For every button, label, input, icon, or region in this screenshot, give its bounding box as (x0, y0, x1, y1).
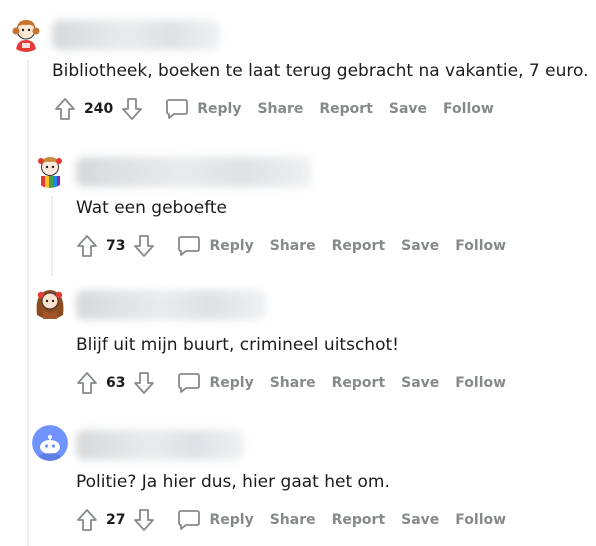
downvote-arrow-icon[interactable] (131, 507, 157, 533)
username-redacted (52, 20, 220, 50)
user-avatar[interactable] (32, 152, 68, 188)
vote-score: 73 (106, 238, 126, 254)
share-button[interactable]: Share (257, 101, 303, 117)
report-button[interactable]: Report (332, 375, 386, 391)
upvote-arrow-icon[interactable] (74, 233, 100, 259)
comment-body: Wat een geboefte (76, 198, 228, 218)
share-button[interactable]: Share (270, 238, 316, 254)
vote-score: 27 (106, 512, 126, 528)
reply-label: Reply (209, 375, 254, 391)
reply-label: Reply (209, 512, 254, 528)
comment-actions: 63 Reply Share Report Save Follow (74, 368, 522, 398)
reply-button[interactable]: Reply (165, 98, 257, 120)
thread-line-root[interactable] (27, 60, 29, 546)
vote-score: 63 (106, 375, 126, 391)
username-redacted (76, 290, 266, 320)
comment-actions: 240 Reply Share Report Save Follow (52, 94, 510, 124)
save-button[interactable]: Save (401, 512, 439, 528)
downvote-arrow-icon[interactable] (131, 233, 157, 259)
user-avatar[interactable] (32, 425, 68, 461)
comment-actions: 73 Reply Share Report Save Follow (74, 231, 522, 261)
reply-label: Reply (209, 238, 254, 254)
downvote-arrow-icon[interactable] (131, 370, 157, 396)
upvote-arrow-icon[interactable] (74, 370, 100, 396)
downvote-arrow-icon[interactable] (119, 96, 145, 122)
comment-body: Bibliotheek, boeken te laat terug gebrac… (52, 61, 589, 81)
report-button[interactable]: Report (319, 101, 373, 117)
save-button[interactable]: Save (389, 101, 427, 117)
report-button[interactable]: Report (332, 512, 386, 528)
upvote-arrow-icon[interactable] (74, 507, 100, 533)
username-redacted (76, 157, 312, 187)
speech-bubble-icon (178, 236, 201, 256)
follow-button[interactable]: Follow (443, 101, 494, 117)
comment-actions: 27 Reply Share Report Save Follow (74, 505, 522, 535)
speech-bubble-icon (178, 510, 201, 530)
reply-button[interactable]: Reply (177, 509, 269, 531)
speech-bubble-icon (178, 373, 201, 393)
thread-line-reply-1[interactable] (51, 196, 53, 276)
save-button[interactable]: Save (401, 238, 439, 254)
upvote-arrow-icon[interactable] (52, 96, 78, 122)
share-button[interactable]: Share (270, 375, 316, 391)
user-avatar[interactable] (32, 285, 68, 321)
reply-button[interactable]: Reply (177, 372, 269, 394)
vote-score: 240 (84, 101, 114, 117)
share-button[interactable]: Share (270, 512, 316, 528)
speech-bubble-icon (166, 99, 189, 119)
follow-button[interactable]: Follow (455, 375, 506, 391)
comment-body: Politie? Ja hier dus, hier gaat het om. (76, 472, 390, 492)
reply-label: Reply (197, 101, 242, 117)
reply-button[interactable]: Reply (177, 235, 269, 257)
follow-button[interactable]: Follow (455, 512, 506, 528)
comment-body: Blijf uit mijn buurt, crimineel uitschot… (76, 335, 399, 355)
username-redacted (76, 430, 244, 460)
save-button[interactable]: Save (401, 375, 439, 391)
follow-button[interactable]: Follow (455, 238, 506, 254)
report-button[interactable]: Report (332, 238, 386, 254)
user-avatar[interactable] (8, 16, 44, 52)
